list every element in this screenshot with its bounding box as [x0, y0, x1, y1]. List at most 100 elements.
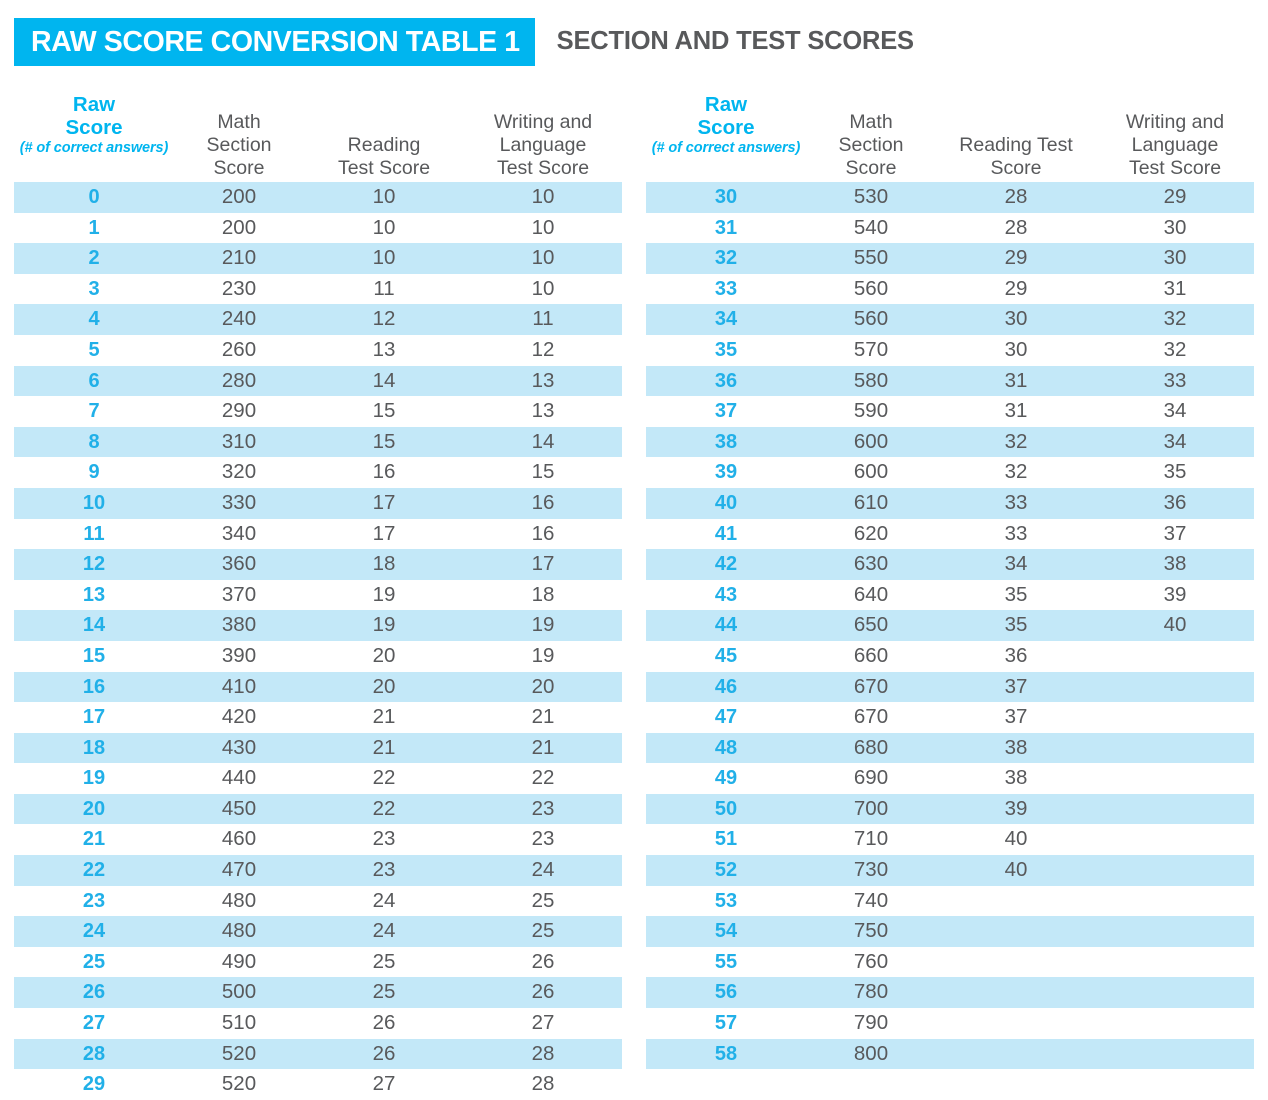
- table-row: 8 310 15 14: [14, 426, 622, 458]
- table-row: 21 460 23 23: [14, 824, 622, 855]
- cell-writing-score: 21: [531, 705, 555, 729]
- cell-math-score: 260: [221, 337, 257, 361]
- cell-writing-score: 15: [531, 460, 555, 484]
- cell-reading-score: 20: [372, 643, 396, 667]
- cell-reading-score: 29: [1004, 276, 1028, 300]
- table-row: 16 410 20 20: [14, 671, 622, 703]
- table-row: 20 450 22 23: [14, 793, 622, 825]
- cell-raw-score: 0: [88, 186, 100, 208]
- cell-reading-score: 15: [372, 429, 396, 453]
- cell-math-score: 470: [221, 858, 257, 882]
- cell-reading-score: 27: [372, 1072, 396, 1096]
- cell-math-score: 580: [853, 368, 889, 392]
- cell-raw-score: 3: [88, 277, 100, 300]
- cell-reading-score: 40: [1004, 858, 1028, 882]
- cell-raw-score: 23: [82, 889, 106, 912]
- cell-reading-score: 10: [372, 246, 396, 270]
- table-row: 34 560 30 32: [646, 304, 1254, 335]
- cell-reading-score: 40: [1004, 827, 1028, 851]
- cell-writing-score: 10: [531, 246, 555, 270]
- table-row: 15 390 20 19: [14, 641, 622, 672]
- table-right-header-row: Raw Score (# of correct answers) Math Se…: [646, 86, 1254, 182]
- cell-reading-score: 22: [372, 796, 396, 820]
- cell-reading-score: 30: [1004, 307, 1028, 331]
- cell-writing-score: 10: [531, 185, 555, 208]
- table-row: 47 670 37: [646, 702, 1254, 733]
- cell-raw-score: 19: [82, 767, 106, 790]
- cell-math-score: 540: [853, 215, 889, 239]
- cell-raw-score: 30: [714, 186, 738, 208]
- cell-writing-score: 21: [531, 735, 555, 759]
- cell-math-score: 450: [221, 796, 257, 820]
- cell-writing-score: 20: [531, 674, 555, 698]
- page-subtitle: SECTION AND TEST SCORES: [556, 27, 914, 56]
- table-row: 53 740: [646, 886, 1254, 917]
- cell-raw-score: 48: [714, 736, 738, 759]
- cell-raw-score: 37: [714, 400, 738, 423]
- cell-reading-score: 14: [372, 368, 396, 392]
- column-header-reading-test-score: Reading Test Score: [337, 134, 431, 179]
- cell-math-score: 370: [221, 582, 257, 606]
- table-row: 22 470 23 24: [14, 855, 622, 886]
- cell-reading-score: 18: [372, 552, 396, 576]
- cell-reading-score: 32: [1004, 460, 1028, 484]
- table-left-body: 0 200 10 10 1 200 10 10 2 210 10 10 3 230 11 10 4 240 12 11…: [14, 182, 622, 1100]
- cell-writing-score: 23: [531, 827, 555, 851]
- cell-reading-score: 25: [372, 980, 396, 1004]
- column-header-raw-score: Raw Score (# of correct answers): [646, 69, 806, 180]
- cell-reading-score: 33: [1004, 490, 1028, 514]
- cell-raw-score: 6: [88, 369, 100, 392]
- cell-math-score: 310: [221, 429, 257, 453]
- cell-reading-score: 35: [1004, 582, 1028, 606]
- cell-raw-score: 39: [714, 461, 738, 484]
- cell-reading-score: 37: [1004, 705, 1028, 729]
- cell-math-score: 490: [221, 949, 257, 973]
- cell-reading-score: 23: [372, 827, 396, 851]
- cell-writing-score: 16: [531, 490, 555, 514]
- table-row: 45 660 36: [646, 641, 1254, 672]
- cell-math-score: 790: [853, 1011, 889, 1035]
- table-row: 30 530 28 29: [646, 182, 1254, 213]
- cell-math-score: 680: [853, 735, 889, 759]
- cell-raw-score: 56: [714, 981, 738, 1004]
- cell-math-score: 730: [853, 858, 889, 882]
- cell-math-score: 440: [221, 766, 257, 790]
- cell-reading-score: [936, 977, 1096, 1008]
- cell-reading-score: [936, 1008, 1096, 1039]
- cell-math-score: 240: [221, 307, 257, 331]
- cell-reading-score: 38: [1004, 735, 1028, 759]
- cell-math-score: 560: [853, 276, 889, 300]
- cell-reading-score: 20: [372, 674, 396, 698]
- cell-raw-score: 8: [88, 430, 100, 453]
- cell-raw-score: 58: [714, 1042, 738, 1065]
- cell-writing-score: 27: [531, 1011, 555, 1035]
- cell-math-score: 510: [221, 1011, 257, 1035]
- cell-writing-score: 13: [531, 368, 555, 392]
- cell-writing-score: 33: [1163, 368, 1187, 392]
- cell-raw-score: 21: [82, 828, 106, 851]
- table-row: 42 630 34 38: [646, 549, 1254, 580]
- cell-reading-score: 21: [372, 735, 396, 759]
- cell-raw-score: 5: [88, 338, 100, 361]
- cell-raw-score: 33: [714, 277, 738, 300]
- table-row: 43 640 35 39: [646, 580, 1254, 611]
- cell-math-score: 520: [221, 1072, 257, 1096]
- cell-math-score: 630: [853, 552, 889, 576]
- table-row: 57 790: [646, 1008, 1254, 1039]
- cell-reading-score: 33: [1004, 521, 1028, 545]
- table-row: 41 620 33 37: [646, 519, 1254, 550]
- cell-math-score: 500: [221, 980, 257, 1004]
- cell-raw-score: 57: [714, 1012, 738, 1035]
- cell-writing-score: 19: [531, 613, 555, 637]
- cell-math-score: 520: [221, 1041, 257, 1065]
- cell-reading-score: 22: [372, 766, 396, 790]
- table-row: 3 230 11 10: [14, 274, 622, 305]
- cell-raw-score: 36: [714, 369, 738, 392]
- table-row: 51 710 40: [646, 824, 1254, 855]
- cell-reading-score: 19: [372, 582, 396, 606]
- cell-writing-score: 25: [531, 919, 555, 943]
- cell-raw-score: 29: [82, 1073, 106, 1096]
- cell-reading-score: 24: [372, 919, 396, 943]
- table-row: 28 520 26 28: [14, 1038, 622, 1070]
- column-header-writing-language-test-score: Writing and Language Test Score: [1125, 111, 1225, 179]
